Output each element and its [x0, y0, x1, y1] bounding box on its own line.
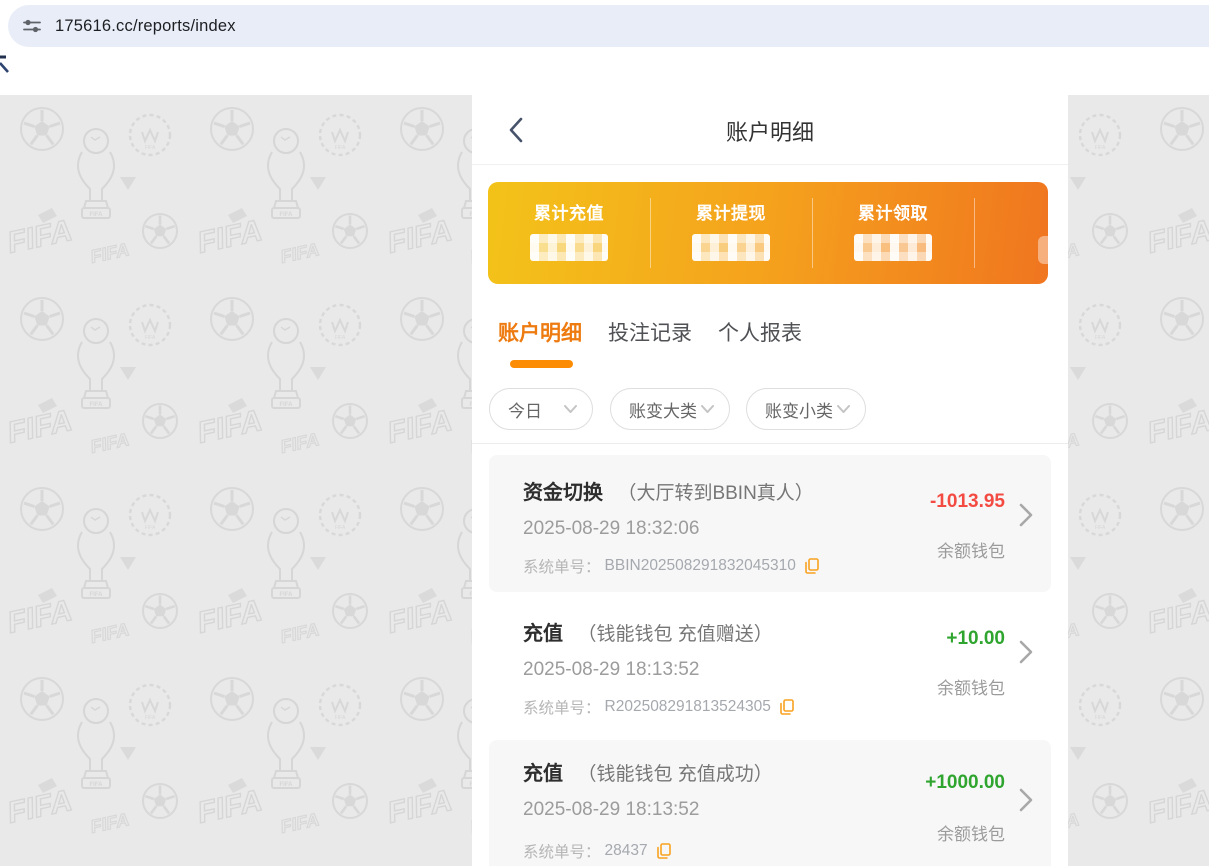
filters: 今日 账变大类 账变小类 [472, 388, 1068, 444]
tx-title: 资金切换 （大厅转到BBIN真人） [523, 476, 814, 505]
tx-order-label: 系统单号： [523, 696, 601, 718]
redacted-value [530, 234, 608, 261]
dropdown-label: 账变小类 [765, 397, 833, 422]
tabs: 账户明细 投注记录 个人报表 [498, 317, 802, 347]
summary-item-deposit: 累计充值 [488, 182, 650, 284]
tx-order-no: R202508291813524305 [605, 698, 771, 716]
chevron-down-icon [837, 405, 850, 413]
chevron-down-icon [564, 405, 577, 413]
copy-icon[interactable] [657, 843, 671, 859]
summary-card: 累计充值 累计提现 累计领取 [488, 182, 1048, 284]
tx-order-label: 系统单号： [523, 840, 601, 862]
tx-order: 系统单号： R202508291813524305 [523, 696, 794, 718]
tab-personal-report[interactable]: 个人报表 [718, 317, 802, 347]
chevron-right-icon[interactable] [1019, 788, 1033, 812]
tx-order: 系统单号： BBIN202508291832045310 [523, 555, 819, 577]
tx-wallet: 余额钱包 [937, 537, 1005, 562]
section-divider [472, 443, 1068, 444]
summary-item-claim: 累计领取 [812, 182, 974, 284]
transaction-row[interactable]: 充值 （钱能钱包 充值成功） 2025-08-29 18:13:52 系统单号：… [489, 740, 1051, 866]
chevron-right-icon[interactable] [1019, 503, 1033, 527]
tx-order-label: 系统单号： [523, 555, 601, 577]
redacted-value [854, 234, 932, 261]
summary-label: 累计提现 [650, 199, 812, 224]
tx-order: 系统单号： 28437 [523, 840, 671, 862]
url-text: 175616.cc/reports/index [55, 17, 236, 36]
tx-datetime: 2025-08-29 18:13:52 [523, 659, 699, 681]
account-panel: 账户明细 累计充值 累计提现 累计领取 账户明细 投注记录 [472, 95, 1068, 866]
tab-bet-records[interactable]: 投注记录 [608, 317, 692, 347]
dropdown-label: 今日 [508, 397, 542, 422]
address-bar[interactable]: 175616.cc/reports/index [8, 5, 1209, 47]
summary-label: 累计领取 [812, 199, 974, 224]
tx-detail: （钱能钱包 充值赠送） [577, 624, 772, 645]
tx-wallet: 余额钱包 [937, 820, 1005, 845]
tx-amount: -1013.95 [930, 491, 1005, 513]
tx-title: 充值 （钱能钱包 充值成功） [523, 757, 773, 786]
tx-amount: +10.00 [946, 628, 1005, 650]
tx-datetime: 2025-08-29 18:13:52 [523, 799, 699, 821]
active-tab-underline [510, 360, 573, 368]
filter-category-minor[interactable]: 账变小类 [746, 388, 866, 430]
dropdown-label: 账变大类 [629, 397, 697, 422]
tx-order-no: BBIN202508291832045310 [605, 557, 796, 575]
tx-detail: （钱能钱包 充值成功） [577, 764, 772, 785]
summary-divider [974, 198, 975, 268]
tx-datetime: 2025-08-29 18:32:06 [523, 518, 699, 540]
summary-overflow-sliver [1038, 236, 1048, 264]
copy-icon[interactable] [805, 558, 819, 574]
tx-wallet: 余额钱包 [937, 674, 1005, 699]
page: 175616.cc/reports/index [0, 0, 1209, 866]
site-settings-icon [22, 16, 42, 36]
tab-account-detail[interactable]: 账户明细 [498, 317, 582, 347]
page-title: 账户明细 [472, 115, 1068, 147]
tx-type: 充值 [523, 763, 563, 785]
summary-item-withdraw: 累计提现 [650, 182, 812, 284]
tx-amount: +1000.00 [925, 772, 1005, 794]
redacted-value [692, 234, 770, 261]
transaction-row[interactable]: 资金切换 （大厅转到BBIN真人） 2025-08-29 18:32:06 系统… [489, 455, 1051, 592]
filter-date-range[interactable]: 今日 [489, 388, 593, 430]
chevron-right-icon[interactable] [1019, 640, 1033, 664]
tx-type: 资金切换 [523, 482, 603, 504]
filter-category-major[interactable]: 账变大类 [610, 388, 730, 430]
tx-title: 充值 （钱能钱包 充值赠送） [523, 617, 773, 646]
browser-bar: 175616.cc/reports/index [0, 0, 1209, 52]
edge-fragment [0, 55, 14, 77]
copy-icon[interactable] [780, 699, 794, 715]
tx-type: 充值 [523, 623, 563, 645]
summary-label: 累计充值 [488, 199, 650, 224]
tx-order-no: 28437 [605, 842, 648, 860]
panel-header: 账户明细 [472, 95, 1068, 165]
transaction-row[interactable]: 充值 （钱能钱包 充值赠送） 2025-08-29 18:13:52 系统单号：… [489, 592, 1051, 740]
chevron-down-icon [701, 405, 714, 413]
tx-detail: （大厅转到BBIN真人） [617, 483, 813, 504]
